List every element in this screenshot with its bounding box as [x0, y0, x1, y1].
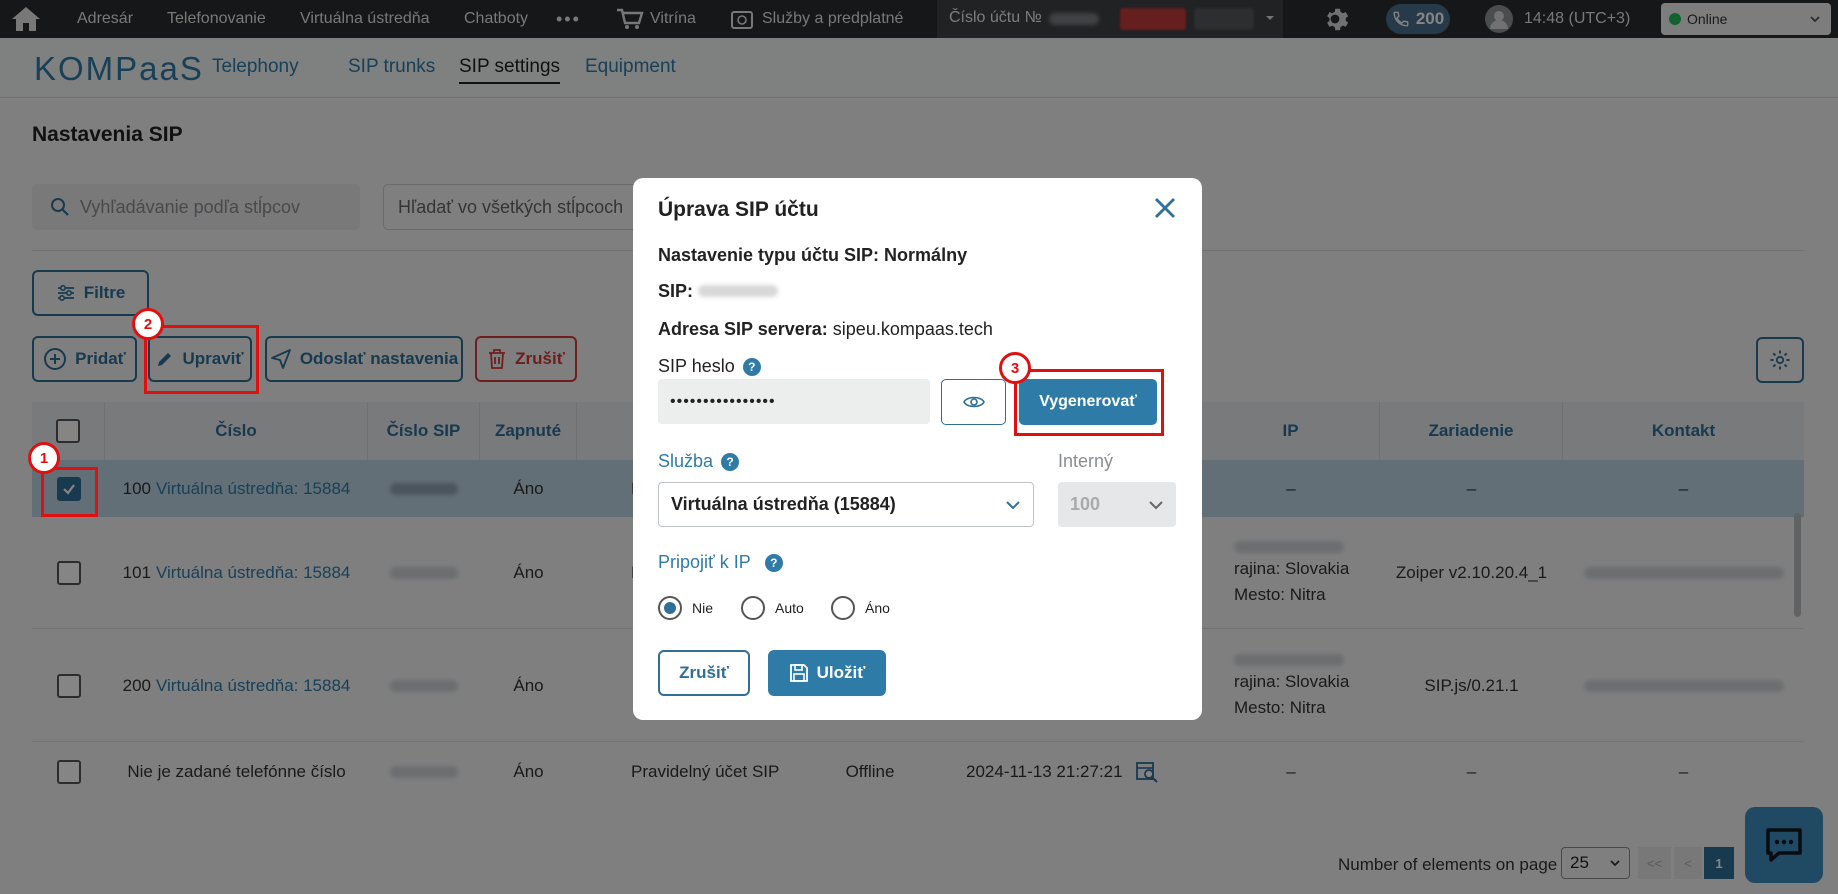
- radio-option-nie[interactable]: Nie: [658, 596, 713, 620]
- service-label-row: Služba ?: [658, 451, 740, 472]
- radio-auto[interactable]: [741, 596, 765, 620]
- dialog-save-label: Uložiť: [816, 663, 866, 682]
- chevron-down-icon: [1005, 500, 1021, 510]
- sip-server-line: Adresa SIP servera: sipeu.kompaas.tech: [658, 319, 993, 340]
- annotation-badge-1: 1: [28, 442, 60, 474]
- annotation-box-1: [41, 467, 98, 517]
- internal-select: 100: [1058, 482, 1176, 527]
- eye-icon: [962, 394, 985, 410]
- dialog-save-button[interactable]: Uložiť: [768, 650, 886, 696]
- radio-auto-label: Auto: [775, 600, 804, 616]
- annotation-box-3: [1014, 369, 1164, 436]
- sip-password-label: SIP heslo: [658, 356, 735, 376]
- edit-sip-account-dialog: Úprava SIP účtu Nastavenie typu účtu SIP…: [633, 178, 1202, 720]
- internal-label: Interný: [1058, 451, 1114, 471]
- save-icon: [789, 663, 809, 683]
- annotation-badge-3: 3: [999, 352, 1031, 384]
- radio-nie-label: Nie: [692, 600, 714, 616]
- connect-ip-label: Pripojiť k IP: [658, 552, 751, 572]
- service-select[interactable]: Virtuálna ústredňa (15884): [658, 482, 1034, 527]
- service-label: Služba: [658, 451, 714, 471]
- annotation-box-2: [144, 325, 259, 394]
- account-type-line: Nastavenie typu účtu SIP: Normálny: [658, 245, 968, 265]
- help-icon[interactable]: ?: [764, 553, 783, 572]
- radio-option-auto[interactable]: Auto: [741, 596, 804, 620]
- sip-password-label-row: SIP heslo ?: [658, 356, 761, 377]
- radio-nie[interactable]: [658, 596, 682, 620]
- sip-label: SIP:: [658, 281, 694, 301]
- sip-server-value: sipeu.kompaas.tech: [832, 319, 993, 339]
- dialog-cancel-button[interactable]: Zrušiť: [658, 650, 750, 696]
- connect-ip-label-row: Pripojiť k IP ?: [658, 552, 783, 573]
- chevron-down-icon: [1148, 500, 1164, 510]
- internal-value: 100: [1070, 494, 1101, 514]
- annotation-badge-2: 2: [132, 308, 164, 340]
- toggle-password-button[interactable]: [941, 379, 1006, 425]
- close-icon[interactable]: [1152, 195, 1178, 221]
- help-icon[interactable]: ?: [721, 452, 740, 471]
- radio-ano[interactable]: [831, 596, 855, 620]
- dialog-title: Úprava SIP účtu: [658, 198, 819, 221]
- help-icon[interactable]: ?: [742, 357, 761, 376]
- sip-server-label: Adresa SIP servera:: [658, 319, 828, 339]
- radio-option-ano[interactable]: Áno: [831, 596, 890, 620]
- radio-ano-label: Áno: [865, 600, 890, 616]
- sip-number-redacted: [698, 285, 778, 297]
- service-value: Virtuálna ústredňa (15884): [671, 494, 896, 514]
- sip-password-input[interactable]: ••••••••••••••••: [658, 379, 930, 424]
